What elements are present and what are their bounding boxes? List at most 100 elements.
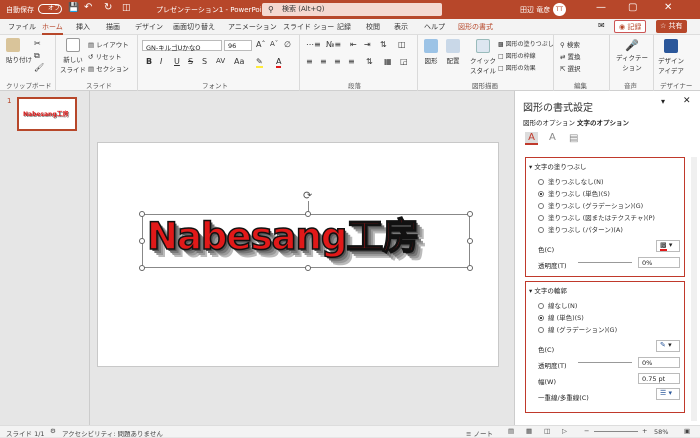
undo-icon[interactable]: ↶: [84, 2, 92, 13]
resize-handle[interactable]: [467, 238, 473, 244]
italic-button[interactable]: I: [160, 57, 162, 66]
clear-format-icon[interactable]: ∅: [284, 40, 291, 49]
resize-handle[interactable]: [467, 211, 473, 217]
pane-scrollbar[interactable]: [691, 157, 697, 421]
tab-transitions[interactable]: 画面切り替え: [173, 22, 215, 32]
line-spacing-icon[interactable]: ⇅: [380, 40, 387, 49]
shrink-font-icon[interactable]: Aˇ: [270, 40, 278, 48]
close-icon[interactable]: ✕: [664, 2, 672, 13]
fill-transparency-input[interactable]: 0%: [638, 257, 680, 268]
arrange-button[interactable]: 配置: [446, 39, 460, 65]
outline-transparency-input[interactable]: 0%: [638, 357, 680, 368]
compound-type-picker[interactable]: ☰ ▾: [656, 388, 680, 400]
select-button[interactable]: ⇱ 選択: [560, 63, 581, 73]
quick-styles-button[interactable]: クイック スタイル: [470, 39, 496, 75]
replace-button[interactable]: ⇄ 置換: [560, 51, 581, 61]
share-button[interactable]: ☆ 共有: [656, 20, 687, 33]
resize-handle[interactable]: [305, 265, 311, 271]
width-input[interactable]: 0.75 pt: [638, 373, 680, 384]
tab-home[interactable]: ホーム: [42, 22, 63, 35]
dictate-button[interactable]: 🎤 ディクテー ション: [616, 39, 648, 72]
text-fill-outline-icon[interactable]: A: [525, 132, 538, 145]
justify-icon[interactable]: ≡: [348, 57, 355, 66]
fill-solid-radio[interactable]: 塗りつぶし (単色)(S): [538, 188, 610, 198]
highlight-icon[interactable]: ✎: [256, 57, 263, 68]
maximize-icon[interactable]: ▢: [628, 2, 637, 13]
indent-increase-icon[interactable]: ⇥: [364, 40, 371, 49]
cut-icon[interactable]: ✂: [34, 39, 41, 48]
font-color-icon[interactable]: A: [276, 57, 282, 68]
resize-handle[interactable]: [139, 265, 145, 271]
change-case-button[interactable]: Aa: [234, 57, 244, 66]
tab-shape-options[interactable]: 図形のオプション: [523, 117, 575, 127]
font-name-select[interactable]: GN-キルゴUかなO: [142, 40, 222, 52]
zoom-in-icon[interactable]: +: [642, 427, 647, 435]
fill-pattern-radio[interactable]: 塗りつぶし (パターン)(A): [538, 224, 623, 234]
redo-icon[interactable]: ↻: [104, 2, 112, 13]
wordart-text[interactable]: Nabesang工房: [146, 213, 420, 261]
outline-section-header[interactable]: ▾ 文字の輪郭: [529, 285, 567, 295]
accessibility-icon[interactable]: ⚙: [50, 427, 56, 435]
text-direction-icon[interactable]: ⇅: [366, 57, 373, 66]
grow-font-icon[interactable]: Aˆ: [256, 40, 265, 49]
slide-canvas[interactable]: Nabesang工房 ⟳: [97, 142, 499, 367]
pane-close-icon[interactable]: ✕: [683, 96, 691, 106]
strikethrough-button[interactable]: S: [188, 57, 193, 66]
copy-icon[interactable]: ⧉: [34, 51, 40, 61]
slideshow-view-icon[interactable]: ▷: [562, 427, 567, 435]
record-button[interactable]: ◉ 記録: [614, 20, 647, 33]
align-text-icon[interactable]: ▦: [384, 57, 392, 66]
numbering-icon[interactable]: №≡: [326, 40, 341, 49]
sorter-view-icon[interactable]: ▦: [526, 427, 532, 435]
reset-button[interactable]: ↺ リセット: [88, 51, 122, 61]
format-painter-icon[interactable]: 🖌: [34, 63, 44, 72]
align-left-icon[interactable]: ≡: [306, 57, 313, 66]
tab-animations[interactable]: アニメーション: [228, 22, 277, 32]
start-slideshow-icon[interactable]: ◫: [122, 3, 131, 13]
zoom-level[interactable]: 58%: [654, 428, 668, 436]
comments-icon[interactable]: ✉: [598, 21, 605, 30]
shapes-button[interactable]: 図形: [424, 39, 438, 65]
outline-none-radio[interactable]: 線なし(N): [538, 300, 577, 310]
zoom-slider[interactable]: [594, 431, 638, 432]
resize-handle[interactable]: [467, 265, 473, 271]
outline-transparency-slider[interactable]: [578, 362, 632, 363]
layout-button[interactable]: ▤ レイアウト: [88, 39, 129, 49]
char-spacing-icon[interactable]: AV: [216, 57, 225, 65]
tab-review[interactable]: 校閲: [366, 22, 380, 32]
paste-button[interactable]: 貼り付け: [6, 38, 32, 64]
tab-record[interactable]: 記録: [337, 22, 351, 32]
shape-effects-button[interactable]: □ 図形の効果: [498, 63, 536, 72]
design-ideas-button[interactable]: デザイン アイデア: [658, 39, 684, 75]
tab-draw[interactable]: 描画: [106, 22, 120, 32]
zoom-out-icon[interactable]: −: [584, 427, 589, 435]
resize-handle[interactable]: [139, 238, 145, 244]
new-slide-button[interactable]: 新しい スライド: [60, 38, 86, 74]
resize-handle[interactable]: [305, 211, 311, 217]
align-center-icon[interactable]: ≡: [320, 57, 327, 66]
align-right-icon[interactable]: ≡: [334, 57, 341, 66]
columns-icon[interactable]: ◫: [398, 40, 406, 49]
fill-none-radio[interactable]: 塗りつぶしなし(N): [538, 176, 604, 186]
bullets-icon[interactable]: ⋯≡: [306, 40, 321, 49]
pane-options-chevron-icon[interactable]: ▾: [661, 97, 665, 106]
indent-decrease-icon[interactable]: ⇤: [350, 40, 357, 49]
resize-handle[interactable]: [139, 211, 145, 217]
tab-file[interactable]: ファイル: [8, 22, 36, 32]
section-button[interactable]: ▤ セクション: [88, 63, 129, 73]
tab-slideshow[interactable]: スライド ショー: [283, 22, 334, 32]
avatar[interactable]: TT: [553, 3, 566, 16]
underline-button[interactable]: U: [174, 57, 180, 66]
tab-design[interactable]: デザイン: [135, 22, 163, 32]
font-size-select[interactable]: 96: [224, 40, 252, 51]
text-effects-icon[interactable]: A: [549, 132, 556, 143]
fill-gradient-radio[interactable]: 塗りつぶし (グラデーション)(G): [538, 200, 643, 210]
fill-transparency-slider[interactable]: [578, 262, 632, 263]
tab-text-options[interactable]: 文字のオプション: [577, 117, 629, 127]
find-button[interactable]: ⚲ 検索: [560, 39, 580, 49]
outline-color-picker[interactable]: ✎ ▾: [656, 340, 680, 352]
save-icon[interactable]: 💾: [68, 3, 79, 13]
tab-shape-format[interactable]: 図形の書式: [458, 22, 493, 32]
fill-section-header[interactable]: ▾ 文字の塗りつぶし: [529, 161, 586, 171]
outline-solid-radio[interactable]: 線 (単色)(S): [538, 312, 584, 322]
